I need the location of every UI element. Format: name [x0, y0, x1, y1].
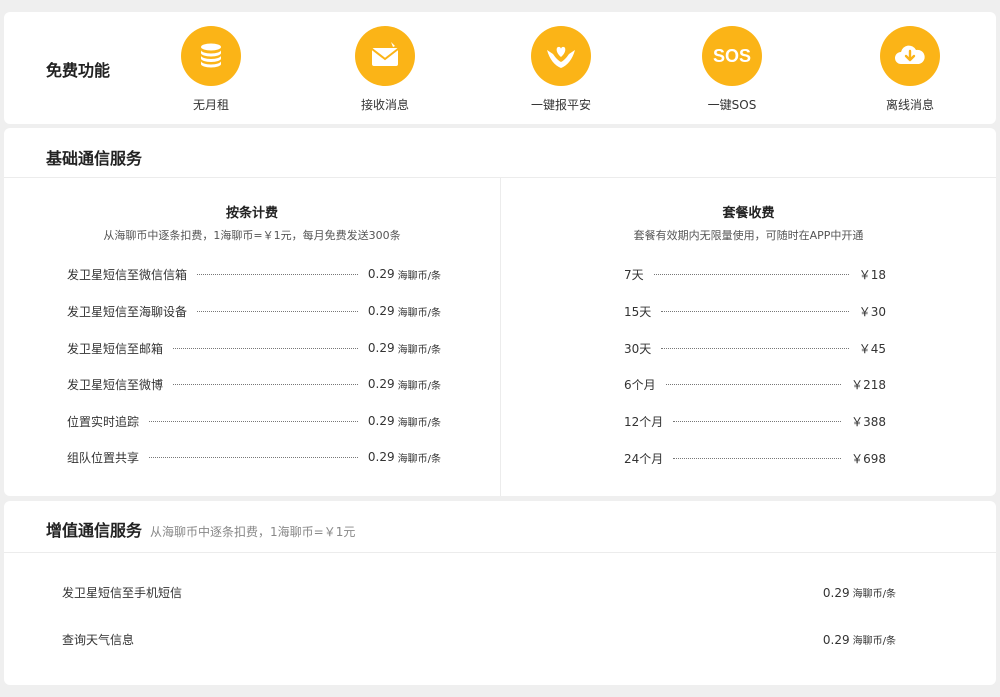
- item-name: 查询天气信息: [62, 632, 135, 647]
- item-price-wrap: 0.29 海聊币/条: [823, 585, 896, 600]
- package-header: 套餐收费 套餐有效期内无限量使用，可随时在APP中开通: [501, 202, 996, 243]
- feature-no-monthly-fee[interactable]: 无月租: [151, 26, 271, 113]
- package-duration: 12个月: [624, 414, 664, 429]
- item-name: 发卫星短信至邮箱: [67, 341, 164, 356]
- dotted-leader: [197, 273, 358, 275]
- dotted-leader: [149, 420, 358, 422]
- dotted-leader: [149, 456, 358, 458]
- sos-icon: SOS: [702, 26, 762, 86]
- package-price: ￥698: [851, 451, 886, 466]
- item-name: 发卫星短信至海聊设备: [67, 304, 188, 319]
- free-features-title: 免费功能: [46, 61, 111, 80]
- divider: [4, 552, 996, 553]
- list-item: 组队位置共享 0.29 海聊币/条: [67, 447, 441, 467]
- package-duration: 30天: [624, 341, 652, 356]
- feature-sos[interactable]: SOS 一键SOS: [672, 26, 792, 113]
- item-price: 0.29: [822, 585, 850, 600]
- basic-services-card: 基础通信服务 按条计费 从海聊币中逐条扣费，1海聊币=￥1元，每月免费发送300…: [4, 128, 996, 496]
- feature-label: 离线消息: [885, 98, 934, 112]
- feature-label: 一键报平安: [530, 98, 591, 112]
- package-title: 套餐收费: [722, 206, 775, 221]
- package-price: ￥30: [858, 304, 886, 319]
- list-item: 7天 ￥18: [624, 264, 886, 284]
- item-unit: 海聊币/条: [397, 344, 441, 356]
- dotted-leader: [665, 383, 842, 385]
- list-item: 发卫星短信至微信信箱 0.29 海聊币/条: [67, 264, 441, 284]
- free-features-card: 免费功能 无月租 接收消息 一键报平安 SOS 一键SOS 离线消息: [4, 12, 996, 124]
- package-duration: 7天: [624, 267, 644, 282]
- list-item: 6个月 ￥218: [624, 374, 886, 394]
- list-item: 发卫星短信至手机短信 0.29 海聊币/条: [62, 582, 896, 602]
- feature-receive-messages[interactable]: 接收消息: [325, 26, 445, 113]
- sos-icon-text: SOS: [712, 45, 751, 66]
- item-name: 组队位置共享: [67, 450, 140, 465]
- item-unit: 海聊币/条: [852, 588, 896, 600]
- value-added-subtitle: 从海聊币中逐条扣费，1海聊币=￥1元: [150, 525, 356, 539]
- item-price: 0.29: [822, 632, 850, 647]
- item-name: 发卫星短信至微博: [67, 377, 164, 392]
- item-price: 0.29: [367, 414, 395, 428]
- envelope-icon: [355, 26, 415, 86]
- list-item: 发卫星短信至邮箱 0.29 海聊币/条: [67, 338, 441, 358]
- item-unit: 海聊币/条: [397, 417, 441, 429]
- item-price: 0.29: [367, 450, 395, 464]
- item-price-wrap: 0.29 海聊币/条: [823, 632, 896, 647]
- list-item: 12个月 ￥388: [624, 411, 886, 431]
- package-price: ￥18: [858, 267, 886, 282]
- dotted-leader: [197, 310, 358, 312]
- feature-report-safe[interactable]: 一键报平安: [501, 26, 621, 113]
- dotted-leader: [173, 347, 358, 349]
- coin-stack-icon: [181, 26, 241, 86]
- item-price: 0.29: [367, 267, 395, 281]
- per-item-subtitle: 从海聊币中逐条扣费，1海聊币=￥1元，每月免费发送300条: [103, 229, 401, 242]
- hands-heart-icon: [531, 26, 591, 86]
- package-duration: 15天: [624, 304, 652, 319]
- list-item: 位置实时追踪 0.29 海聊币/条: [67, 411, 441, 431]
- item-unit: 海聊币/条: [397, 307, 441, 319]
- dotted-leader: [661, 347, 849, 349]
- list-item: 24个月 ￥698: [624, 448, 886, 468]
- item-price: 0.29: [367, 304, 395, 318]
- dotted-leader: [673, 420, 842, 422]
- item-price: 0.29: [367, 341, 395, 355]
- feature-offline-messages[interactable]: 离线消息: [850, 26, 970, 113]
- item-name: 发卫星短信至微信信箱: [67, 267, 188, 282]
- package-price: ￥45: [858, 341, 886, 356]
- dotted-leader: [653, 273, 849, 275]
- cloud-download-icon: [880, 26, 940, 86]
- list-item: 发卫星短信至微博 0.29 海聊币/条: [67, 374, 441, 394]
- feature-label: 一键SOS: [707, 98, 757, 112]
- item-price: 0.29: [367, 377, 395, 391]
- dotted-leader: [673, 457, 842, 459]
- item-name: 发卫星短信至手机短信: [62, 585, 183, 600]
- package-subtitle: 套餐有效期内无限量使用，可随时在APP中开通: [633, 229, 864, 242]
- item-unit: 海聊币/条: [397, 270, 441, 282]
- feature-label: 接收消息: [360, 98, 409, 112]
- dotted-leader: [173, 383, 358, 385]
- per-item-title: 按条计费: [225, 206, 278, 221]
- list-item: 查询天气信息 0.29 海聊币/条: [62, 629, 896, 649]
- package-duration: 6个月: [624, 377, 656, 392]
- package-duration: 24个月: [624, 451, 664, 466]
- list-item: 15天 ￥30: [624, 301, 886, 321]
- item-name: 位置实时追踪: [67, 414, 140, 429]
- package-price: ￥218: [851, 377, 886, 392]
- list-item: 发卫星短信至海聊设备 0.29 海聊币/条: [67, 301, 441, 321]
- item-unit: 海聊币/条: [852, 635, 896, 647]
- dotted-leader: [661, 310, 849, 312]
- item-unit: 海聊币/条: [397, 453, 441, 465]
- feature-label: 无月租: [192, 98, 229, 112]
- value-added-title: 增值通信服务: [46, 521, 143, 540]
- package-price: ￥388: [851, 414, 886, 429]
- item-unit: 海聊币/条: [397, 380, 441, 392]
- value-added-title-wrap: 增值通信服务 从海聊币中逐条扣费，1海聊币=￥1元: [46, 517, 355, 541]
- basic-services-title: 基础通信服务: [46, 149, 143, 168]
- value-added-services-card: 增值通信服务 从海聊币中逐条扣费，1海聊币=￥1元 发卫星短信至手机短信 0.29…: [4, 501, 996, 685]
- per-item-header: 按条计费 从海聊币中逐条扣费，1海聊币=￥1元，每月免费发送300条: [4, 202, 500, 243]
- list-item: 30天 ￥45: [624, 338, 886, 358]
